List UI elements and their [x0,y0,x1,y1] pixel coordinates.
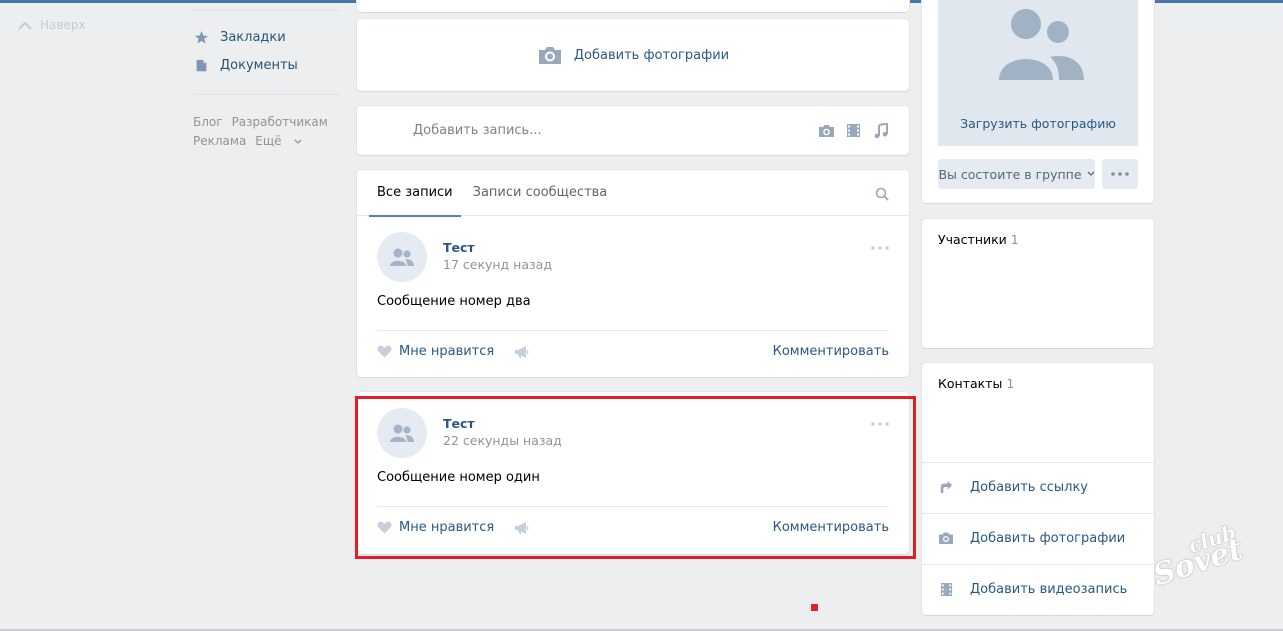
add-photos-button[interactable]: Добавить фотографии [938,530,1125,546]
comment-button[interactable]: Комментировать [773,344,889,359]
add-photos-label: Добавить фотографии [573,47,730,63]
left-menu: Закладки Документы [193,23,343,79]
like-label: Мне нравится [399,344,495,359]
group-placeholder-icon [999,9,1084,80]
attach-photo-icon[interactable] [818,123,835,138]
contacts-header[interactable]: Контакты 1 [938,376,1014,391]
attach-music-icon[interactable] [872,123,889,138]
contacts-title: Контакты [938,376,1003,391]
post-text: Сообщение номер два [377,294,531,309]
link-arrow-icon [938,479,954,495]
add-link-label: Добавить ссылку [970,479,1088,495]
upload-photo-area[interactable]: Загрузить фотографию [938,0,1138,146]
tab-community-posts[interactable]: Записи сообщества [473,170,608,216]
avatar[interactable] [377,232,427,282]
camera-icon [538,47,561,64]
add-link-button[interactable]: Добавить ссылку [938,479,1088,495]
add-video-button[interactable]: Добавить видеозапись [938,581,1127,597]
attach-video-icon[interactable] [845,123,862,138]
left-menu-item-bookmarks[interactable]: Закладки [193,23,343,51]
footer-link-more[interactable]: Ещё [255,134,302,148]
add-video-label: Добавить видеозапись [970,581,1128,597]
search-icon[interactable] [875,187,889,201]
tab-all-posts[interactable]: Все записи [369,170,461,217]
upload-photo-label: Загрузить фотографию [960,116,1116,131]
document-icon [193,57,209,73]
heart-icon [377,345,392,358]
membership-label: Вы состоите в группе [938,166,1082,182]
contacts-divider [922,462,1154,463]
group-cover-block: Загрузить фотографию Вы состоите в групп… [922,0,1154,203]
footer-link-ads[interactable]: Реклама [193,134,246,148]
members-title: Участники [938,232,1007,247]
camera-icon [938,530,954,546]
contacts-count: 1 [1006,376,1015,391]
share-megaphone-icon[interactable] [514,345,530,359]
members-header[interactable]: Участники 1 [938,232,1019,247]
left-menu-item-label: Документы [220,57,298,73]
footer-link-more-label: Ещё [255,134,282,148]
wall-post: Тест 17 секунд назад Сообщение номер два… [357,216,909,377]
new-post-box[interactable]: Добавить запись... [357,106,909,155]
left-menu-divider [193,94,341,95]
left-menu-item-documents[interactable]: Документы [193,51,343,79]
chevron-down-icon [1087,171,1095,176]
members-count: 1 [1010,232,1019,247]
footer-link-blog[interactable]: Блог [193,115,223,129]
chevron-up-icon [18,21,32,30]
post-author[interactable]: Тест [443,240,475,255]
site-watermark: club Sovet [1148,520,1258,597]
post-actions: Мне нравится Комментировать [377,344,889,359]
group-icon [390,248,414,266]
more-icon[interactable] [871,246,889,250]
attach-icons [818,123,889,138]
left-footer-links: Блог Разработчикам Реклама Ещё [193,113,343,151]
left-menu-top-divider [193,10,341,11]
group-more-button[interactable] [1102,159,1138,189]
back-to-top-label: Наверх [40,18,86,32]
like-button[interactable]: Мне нравится [377,344,494,359]
wall-block: Все записи Записи сообщества Тест 17 сек… [357,170,909,377]
new-post-placeholder[interactable]: Добавить запись... [413,123,818,138]
star-icon [193,29,209,45]
back-to-top-link[interactable]: Наверх [18,18,86,32]
members-block: Участники 1 [922,219,1154,348]
contacts-divider [922,513,1154,514]
left-menu-item-label: Закладки [220,29,286,45]
previous-block-bottom [357,0,909,12]
wall-tabs: Все записи Записи сообщества [357,170,909,217]
post-divider [377,330,889,331]
add-photos-block[interactable]: Добавить фотографии [357,19,909,91]
film-icon [938,581,954,597]
red-marker [811,604,818,611]
highlight-frame [355,396,916,559]
add-photos-label: Добавить фотографии [970,530,1126,546]
chevron-down-icon [294,139,302,144]
contacts-block: Контакты 1 Добавить ссылку Добавить фотог… [922,363,1154,615]
more-icon [1111,172,1129,176]
membership-button[interactable]: Вы состоите в группе [938,159,1095,189]
contacts-divider [922,564,1154,565]
post-time[interactable]: 17 секунд назад [443,257,552,272]
footer-link-developers[interactable]: Разработчикам [232,115,328,129]
